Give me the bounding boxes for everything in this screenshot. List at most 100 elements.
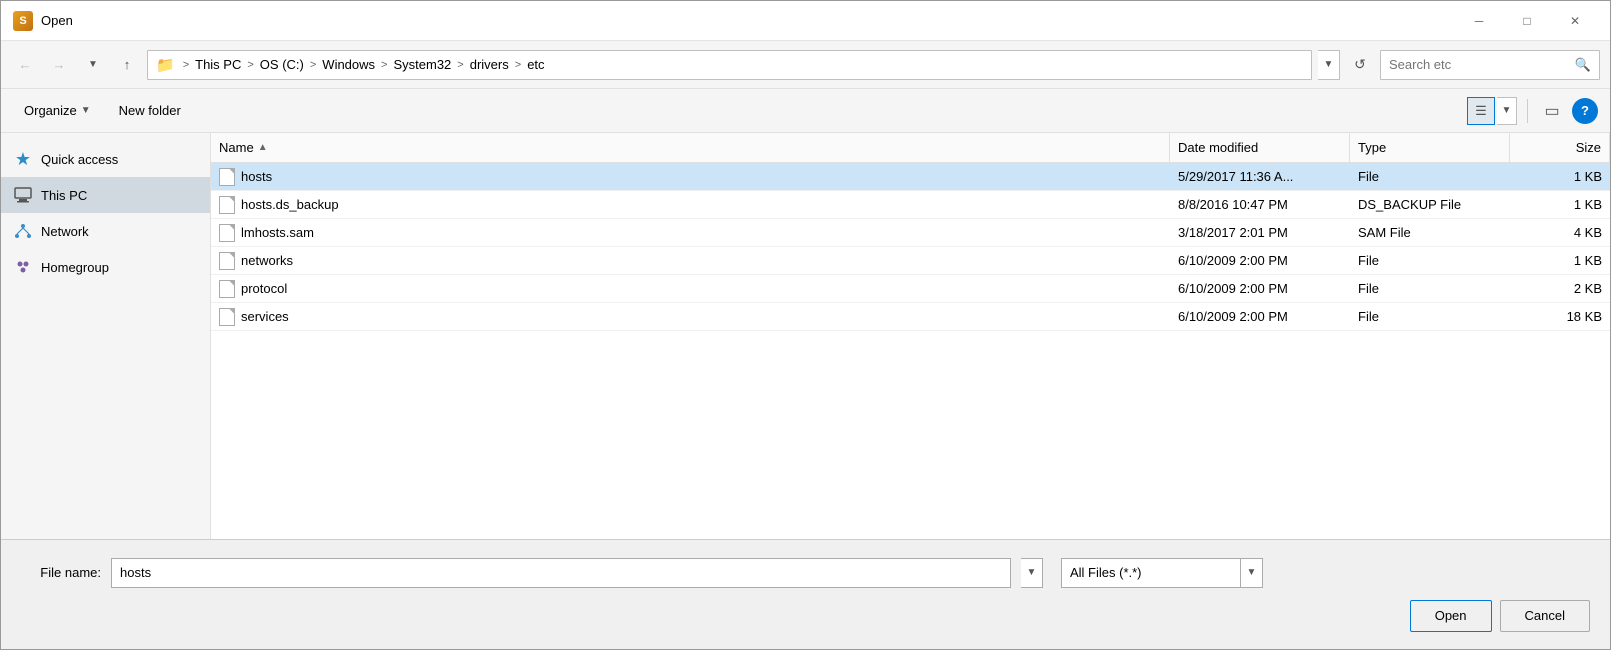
- new-folder-button[interactable]: New folder: [108, 97, 192, 125]
- organize-button[interactable]: Organize ▼: [13, 97, 102, 125]
- file-type-cell: File: [1350, 169, 1510, 184]
- sidebar-item-label-network: Network: [41, 224, 89, 239]
- path-separator-0: >: [183, 59, 189, 71]
- path-part-4: drivers: [470, 57, 509, 72]
- file-name-cell: hosts.ds_backup: [211, 196, 1170, 214]
- file-icon: [219, 308, 235, 326]
- file-icon: [219, 168, 235, 186]
- sort-arrow-icon: ▲: [258, 142, 268, 153]
- column-header-date[interactable]: Date modified: [1170, 133, 1350, 162]
- refresh-button[interactable]: ↺: [1346, 51, 1374, 79]
- path-part-1: OS (C:): [260, 57, 304, 72]
- table-row[interactable]: protocol 6/10/2009 2:00 PM File 2 KB: [211, 275, 1610, 303]
- filename-input[interactable]: [111, 558, 1011, 588]
- view-dropdown-button[interactable]: ▼: [1497, 97, 1517, 125]
- sidebar-item-label-quick-access: Quick access: [41, 152, 118, 167]
- up-button[interactable]: ↑: [113, 51, 141, 79]
- filetype-container: All Files (*.*) ▼: [1061, 558, 1263, 588]
- path-part-2: Windows: [322, 57, 375, 72]
- file-date-cell: 6/10/2009 2:00 PM: [1170, 309, 1350, 324]
- file-type-cell: File: [1350, 281, 1510, 296]
- cancel-button[interactable]: Cancel: [1500, 600, 1590, 632]
- file-icon: [219, 196, 235, 214]
- sidebar-item-this-pc[interactable]: This PC: [1, 177, 210, 213]
- view-list-button[interactable]: ☰: [1467, 97, 1495, 125]
- open-dialog: S Open ─ □ ✕ ← → ▼ ↑ 📁 > This PC > OS (C…: [0, 0, 1611, 650]
- column-header-type[interactable]: Type: [1350, 133, 1510, 162]
- view-separator: [1527, 99, 1528, 123]
- view-buttons: ☰ ▼: [1467, 97, 1517, 125]
- file-type-cell: SAM File: [1350, 225, 1510, 240]
- file-size-cell: 1 KB: [1510, 169, 1610, 184]
- filename-dropdown-button[interactable]: ▼: [1021, 558, 1043, 588]
- help-button[interactable]: ?: [1572, 98, 1598, 124]
- file-type-cell: DS_BACKUP File: [1350, 197, 1510, 212]
- open-button[interactable]: Open: [1410, 600, 1492, 632]
- preview-pane-button[interactable]: ▭: [1538, 97, 1566, 125]
- close-button[interactable]: ✕: [1552, 6, 1598, 36]
- table-row[interactable]: networks 6/10/2009 2:00 PM File 1 KB: [211, 247, 1610, 275]
- sidebar-item-quick-access[interactable]: ★ Quick access: [1, 141, 210, 177]
- recent-locations-button[interactable]: ▼: [79, 51, 107, 79]
- title-controls: ─ □ ✕: [1456, 6, 1598, 36]
- title-bar: S Open ─ □ ✕: [1, 1, 1610, 41]
- search-box: 🔍: [1380, 50, 1600, 80]
- path-separator-3: >: [381, 59, 387, 71]
- address-dropdown-button[interactable]: ▼: [1318, 50, 1340, 80]
- folder-icon: 📁: [156, 56, 175, 74]
- path-separator-2: >: [310, 59, 316, 71]
- path-part-0: This PC: [195, 57, 241, 72]
- file-date-cell: 8/8/2016 10:47 PM: [1170, 197, 1350, 212]
- minimize-button[interactable]: ─: [1456, 6, 1502, 36]
- filetype-dropdown-button[interactable]: ▼: [1241, 558, 1263, 588]
- file-name-cell: services: [211, 308, 1170, 326]
- maximize-button[interactable]: □: [1504, 6, 1550, 36]
- organize-chevron-icon: ▼: [81, 105, 91, 116]
- file-size-cell: 2 KB: [1510, 281, 1610, 296]
- file-date-cell: 5/29/2017 11:36 A...: [1170, 169, 1350, 184]
- forward-button[interactable]: →: [45, 51, 73, 79]
- dialog-title: Open: [41, 13, 73, 28]
- sidebar-item-label-this-pc: This PC: [41, 188, 87, 203]
- app-icon: S: [13, 11, 33, 31]
- file-date-cell: 6/10/2009 2:00 PM: [1170, 281, 1350, 296]
- column-header-size[interactable]: Size: [1510, 133, 1610, 162]
- this-pc-icon: [13, 185, 33, 205]
- table-row[interactable]: hosts.ds_backup 8/8/2016 10:47 PM DS_BAC…: [211, 191, 1610, 219]
- column-header-name[interactable]: Name ▲: [211, 133, 1170, 162]
- file-name-cell: hosts: [211, 168, 1170, 186]
- file-list: Name ▲ Date modified Type Size hosts: [211, 133, 1610, 539]
- address-path[interactable]: 📁 > This PC > OS (C:) > Windows > System…: [147, 50, 1312, 80]
- table-row[interactable]: lmhosts.sam 3/18/2017 2:01 PM SAM File 4…: [211, 219, 1610, 247]
- table-row[interactable]: hosts 5/29/2017 11:36 A... File 1 KB: [211, 163, 1610, 191]
- address-bar: ← → ▼ ↑ 📁 > This PC > OS (C:) > Windows …: [1, 41, 1610, 89]
- bottom-bar: File name: ▼ All Files (*.*) ▼ Open Canc…: [1, 539, 1610, 649]
- sidebar-item-homegroup[interactable]: Homegroup: [1, 249, 210, 285]
- sidebar: ★ Quick access This PC: [1, 133, 211, 539]
- file-type-cell: File: [1350, 309, 1510, 324]
- path-separator-4: >: [457, 59, 463, 71]
- back-button[interactable]: ←: [11, 51, 39, 79]
- path-part-5: etc: [527, 57, 544, 72]
- file-icon: [219, 280, 235, 298]
- search-input[interactable]: [1389, 57, 1569, 72]
- path-separator-1: >: [247, 59, 253, 71]
- table-row[interactable]: services 6/10/2009 2:00 PM File 18 KB: [211, 303, 1610, 331]
- file-name-cell: networks: [211, 252, 1170, 270]
- toolbar: Organize ▼ New folder ☰ ▼ ▭ ?: [1, 89, 1610, 133]
- title-bar-left: S Open: [13, 11, 1456, 31]
- file-size-cell: 1 KB: [1510, 253, 1610, 268]
- file-icon: [219, 252, 235, 270]
- network-icon: [13, 221, 33, 241]
- file-date-cell: 6/10/2009 2:00 PM: [1170, 253, 1350, 268]
- file-icon: [219, 224, 235, 242]
- file-size-cell: 1 KB: [1510, 197, 1610, 212]
- sidebar-item-label-homegroup: Homegroup: [41, 260, 109, 275]
- file-name-cell: protocol: [211, 280, 1170, 298]
- file-size-cell: 18 KB: [1510, 309, 1610, 324]
- search-icon[interactable]: 🔍: [1575, 57, 1591, 73]
- path-separator-5: >: [515, 59, 521, 71]
- filetype-select[interactable]: All Files (*.*): [1061, 558, 1241, 588]
- file-size-cell: 4 KB: [1510, 225, 1610, 240]
- sidebar-item-network[interactable]: Network: [1, 213, 210, 249]
